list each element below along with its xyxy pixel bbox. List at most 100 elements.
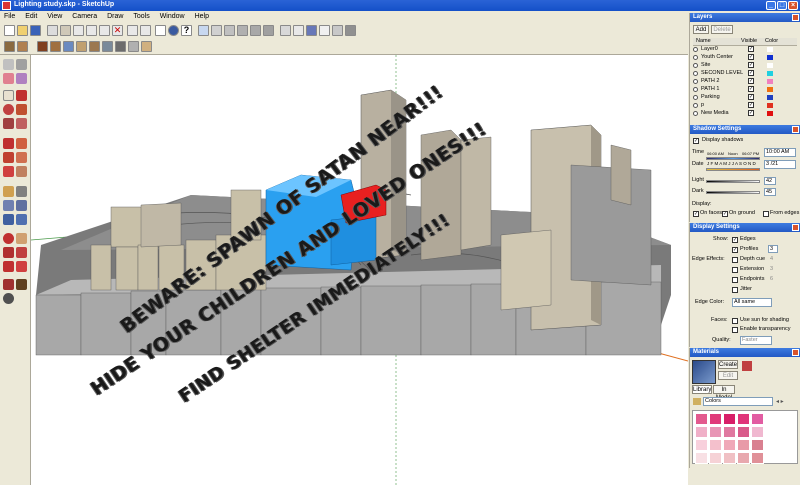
cut-icon[interactable]: [73, 25, 84, 36]
select-arrow-icon[interactable]: [3, 59, 14, 70]
layer-color-swatch[interactable]: [767, 55, 773, 60]
material-swatch[interactable]: [695, 439, 708, 451]
look-around-eye-icon[interactable]: [3, 293, 14, 304]
sandbox-icon[interactable]: [76, 41, 87, 52]
quality-select[interactable]: Faster: [740, 336, 772, 345]
wireframe-icon[interactable]: [293, 25, 304, 36]
shadow-close-icon[interactable]: [792, 126, 799, 133]
layer-color-swatch[interactable]: [767, 95, 773, 100]
tape-measure-icon[interactable]: [3, 186, 14, 197]
eraser-icon[interactable]: [3, 73, 14, 84]
3d-text-icon[interactable]: [16, 214, 27, 225]
material-swatch[interactable]: [751, 413, 764, 425]
orbit-icon[interactable]: [3, 233, 14, 244]
outliner-icon[interactable]: [89, 41, 100, 52]
light-value-field[interactable]: 42: [764, 177, 776, 185]
enable-transparency-checkbox[interactable]: [732, 327, 738, 333]
date-value-field[interactable]: 3 /21: [764, 160, 796, 169]
material-swatch[interactable]: [723, 452, 736, 464]
shadow-panel-header[interactable]: Shadow Settings: [690, 125, 800, 134]
arc-icon[interactable]: [16, 104, 27, 115]
layers-panel-header[interactable]: Layers: [690, 13, 800, 22]
active-layer-radio[interactable]: [693, 55, 698, 60]
close-button[interactable]: ×: [788, 1, 798, 10]
save-icon[interactable]: [30, 25, 41, 36]
shadows-icon[interactable]: [115, 41, 126, 52]
endpoints-checkbox[interactable]: [732, 277, 738, 283]
maximize-button[interactable]: □: [777, 1, 787, 10]
undo-icon[interactable]: [127, 25, 138, 36]
offset-icon[interactable]: [16, 166, 27, 177]
layer-visible-checkbox[interactable]: ✓: [748, 62, 754, 68]
follow-me-icon[interactable]: [16, 152, 27, 163]
rotate-icon[interactable]: [3, 152, 14, 163]
menu-camera[interactable]: Camera: [72, 11, 97, 22]
material-swatch[interactable]: [751, 439, 764, 451]
layers-close-icon[interactable]: [792, 14, 799, 21]
layer-color-swatch[interactable]: [767, 47, 773, 52]
zoom-icon[interactable]: [3, 247, 14, 258]
layer-row[interactable]: Site ✓: [693, 62, 797, 69]
paste-icon[interactable]: [99, 25, 110, 36]
profiles-checkbox[interactable]: ✓: [732, 247, 738, 253]
material-swatch[interactable]: [737, 439, 750, 451]
on-faces-checkbox[interactable]: ✓: [693, 211, 699, 217]
dimension-icon[interactable]: [16, 186, 27, 197]
material-swatch[interactable]: [709, 413, 722, 425]
layer-row[interactable]: New Media ✓: [693, 110, 797, 117]
right-view-icon[interactable]: [237, 25, 248, 36]
profiles-value-field[interactable]: 3: [768, 245, 778, 253]
front-view-icon[interactable]: [224, 25, 235, 36]
layer-visible-checkbox[interactable]: ✓: [748, 70, 754, 76]
hidden-line-icon[interactable]: [306, 25, 317, 36]
layer-row[interactable]: p ✓: [693, 102, 797, 109]
model-viewport[interactable]: BEWARE: SPAWN OF SATAN NEAR!!! HIDE YOUR…: [31, 55, 688, 485]
xray-icon[interactable]: [280, 25, 291, 36]
edge-color-select[interactable]: All same: [732, 298, 772, 307]
scenes-icon[interactable]: [102, 41, 113, 52]
layer-manager-icon[interactable]: [17, 41, 28, 52]
fog-icon[interactable]: [128, 41, 139, 52]
position-camera-icon[interactable]: [3, 279, 14, 290]
shaded-textures-icon[interactable]: [332, 25, 343, 36]
tab-in-model[interactable]: In Model: [713, 385, 735, 401]
materials-icon[interactable]: [37, 41, 48, 52]
library-nav-arrows-icon[interactable]: ◂ ▸: [776, 398, 784, 405]
material-swatch[interactable]: [751, 452, 764, 464]
display-close-icon[interactable]: [792, 224, 799, 231]
material-swatch[interactable]: [709, 426, 722, 438]
material-swatch[interactable]: [723, 426, 736, 438]
active-layer-radio[interactable]: [693, 103, 698, 108]
active-layer-radio[interactable]: [693, 79, 698, 84]
move-icon[interactable]: [3, 138, 14, 149]
time-value-field[interactable]: 10:00 AM: [764, 148, 796, 157]
column-name[interactable]: Name: [696, 38, 711, 45]
material-swatch[interactable]: [709, 452, 722, 464]
material-swatch[interactable]: [723, 413, 736, 425]
push-pull-icon[interactable]: [16, 138, 27, 149]
layer-color-swatch[interactable]: [767, 79, 773, 84]
material-swatch[interactable]: [695, 413, 708, 425]
paint-bucket-icon[interactable]: [16, 73, 27, 84]
layer-row[interactable]: SECOND LEVEL ✓: [693, 70, 797, 77]
menu-draw[interactable]: Draw: [107, 11, 123, 22]
on-ground-checkbox[interactable]: ✓: [722, 211, 728, 217]
line-pencil-icon[interactable]: [16, 90, 27, 101]
layer-color-swatch[interactable]: [767, 111, 773, 116]
new-file-icon[interactable]: [4, 25, 15, 36]
library-select[interactable]: Colors: [703, 397, 773, 406]
menu-tools[interactable]: Tools: [133, 11, 149, 22]
material-swatch[interactable]: [695, 426, 708, 438]
layer-visible-checkbox[interactable]: ✓: [748, 110, 754, 116]
styles-icon[interactable]: [63, 41, 74, 52]
layer-color-swatch[interactable]: [767, 63, 773, 68]
layer-row[interactable]: Youth Center ✓: [693, 54, 797, 61]
edit-material-button[interactable]: Edit: [718, 371, 738, 380]
layer-visible-checkbox[interactable]: ✓: [748, 102, 754, 108]
shaded-icon[interactable]: [319, 25, 330, 36]
layer-color-swatch[interactable]: [767, 103, 773, 108]
material-swatch[interactable]: [723, 439, 736, 451]
zoom-extents-tool-icon[interactable]: [16, 261, 27, 272]
back-view-icon[interactable]: [250, 25, 261, 36]
erase-x-icon[interactable]: ✕: [112, 25, 123, 36]
